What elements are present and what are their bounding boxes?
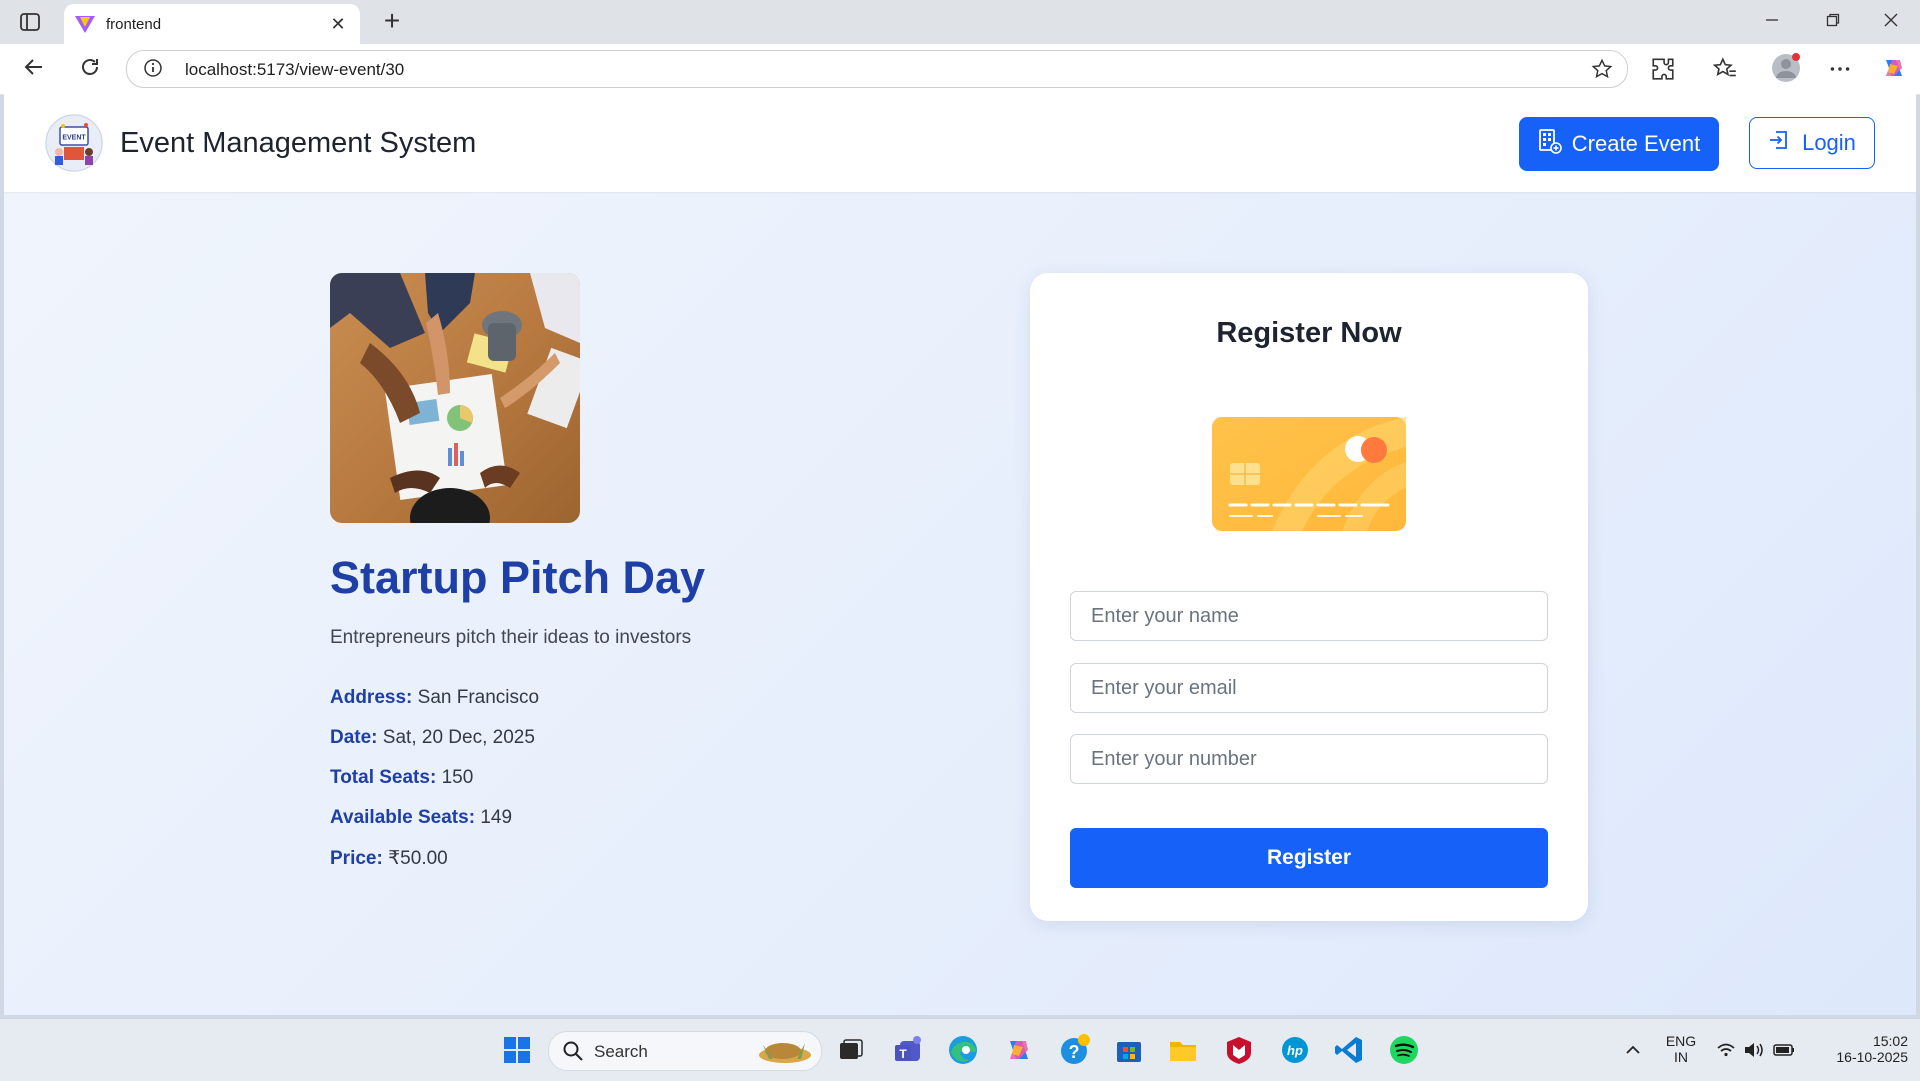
edge-browser-icon[interactable]	[946, 1033, 980, 1067]
create-event-icon	[1538, 128, 1562, 160]
tab-close-icon[interactable]: ✕	[328, 14, 348, 34]
help-app-icon[interactable]: ?	[1058, 1033, 1092, 1067]
detail-label: Total Seats:	[330, 767, 437, 788]
favorite-star-icon[interactable]	[1591, 58, 1613, 80]
site-info-icon[interactable]	[143, 58, 163, 78]
language-indicator[interactable]: ENG IN	[1663, 1033, 1699, 1065]
copilot-icon[interactable]	[1880, 54, 1908, 82]
svg-text:?: ?	[1069, 1042, 1080, 1062]
detail-value: ₹50.00	[388, 848, 448, 869]
tab-actions-icon[interactable]	[18, 10, 42, 34]
login-label: Login	[1802, 130, 1856, 155]
address-bar-row: localhost:5173/view-event/30	[0, 44, 1920, 95]
restore-button[interactable]	[1818, 8, 1848, 36]
detail-label: Address:	[330, 687, 413, 708]
svg-text:T: T	[899, 1047, 907, 1061]
svg-text:hp: hp	[1287, 1043, 1303, 1058]
detail-value: 150	[441, 767, 474, 788]
favorites-icon[interactable]	[1712, 56, 1738, 82]
system-tray[interactable]	[1714, 1033, 1800, 1067]
clock-time: 15:02	[1872, 1033, 1908, 1049]
name-field[interactable]	[1070, 591, 1548, 641]
detail-price: Price: ₹50.00	[330, 847, 448, 870]
vite-favicon-icon	[74, 14, 96, 34]
number-field[interactable]	[1070, 734, 1548, 784]
search-icon	[562, 1040, 584, 1067]
microsoft-store-icon[interactable]	[1112, 1033, 1146, 1067]
minimize-button[interactable]	[1757, 8, 1787, 36]
detail-label: Available Seats:	[330, 807, 476, 828]
create-event-label: Create Event	[1571, 131, 1701, 156]
detail-label: Price:	[330, 848, 383, 869]
login-button[interactable]: Login	[1749, 117, 1875, 169]
task-view-icon[interactable]	[833, 1033, 867, 1067]
register-card: Register Now Enter your name Enter your …	[1030, 273, 1588, 921]
back-icon[interactable]	[20, 55, 48, 83]
event-image	[330, 273, 580, 523]
reload-icon[interactable]	[76, 55, 104, 83]
teams-icon[interactable]: T	[891, 1033, 925, 1067]
app-header: EVENT Event Management System Create Eve…	[4, 94, 1916, 192]
clock-date: 16-10-2025	[1836, 1049, 1908, 1065]
copilot-app-icon[interactable]	[1002, 1033, 1036, 1067]
new-tab-button[interactable]: +	[378, 7, 406, 36]
tab-title: frontend	[106, 16, 162, 33]
clock[interactable]: 15:02 16-10-2025	[1812, 1033, 1908, 1065]
windows-taskbar: Search T ? hp ENG IN 15:02 16-10-2025	[0, 1018, 1920, 1081]
close-window-button[interactable]	[1876, 8, 1906, 36]
email-field[interactable]	[1070, 663, 1548, 713]
login-icon	[1768, 129, 1790, 157]
tray-chevron-up-icon[interactable]	[1622, 1033, 1644, 1067]
page-viewport: EVENT Event Management System Create Eve…	[4, 94, 1916, 1015]
vscode-icon[interactable]	[1332, 1033, 1366, 1067]
detail-total-seats: Total Seats: 150	[330, 767, 473, 789]
register-button[interactable]: Register	[1070, 828, 1548, 888]
event-title: Startup Pitch Day	[330, 552, 706, 603]
detail-date: Date: Sat, 20 Dec, 2025	[330, 727, 535, 749]
detail-label: Date:	[330, 727, 378, 748]
wifi-volume-battery-icon	[1717, 1043, 1794, 1057]
create-event-button[interactable]: Create Event	[1519, 117, 1719, 171]
browser-tab[interactable]: frontend ✕	[64, 4, 360, 44]
windows-start-icon[interactable]	[500, 1033, 534, 1067]
spotify-icon[interactable]	[1387, 1033, 1421, 1067]
language-line-1: ENG	[1665, 1033, 1697, 1049]
mcafee-icon[interactable]	[1222, 1033, 1256, 1067]
url-text: localhost:5173/view-event/30	[185, 60, 405, 79]
search-highlight-icon	[753, 1035, 815, 1072]
search-label: Search	[594, 1042, 648, 1061]
detail-address: Address: San Francisco	[330, 687, 539, 709]
logo-text: EVENT	[62, 135, 86, 142]
hp-icon[interactable]: hp	[1278, 1033, 1312, 1067]
language-line-2: IN	[1674, 1049, 1688, 1065]
detail-available-seats: Available Seats: 149	[330, 807, 512, 829]
app-logo[interactable]: EVENT	[45, 114, 103, 172]
profile-avatar-icon[interactable]	[1770, 52, 1802, 84]
more-options-icon[interactable]	[1827, 56, 1853, 82]
taskbar-search[interactable]: Search	[548, 1031, 822, 1071]
extensions-icon[interactable]	[1650, 56, 1676, 82]
brand-title[interactable]: Event Management System	[120, 127, 476, 160]
detail-value: San Francisco	[417, 687, 540, 708]
file-explorer-icon[interactable]	[1166, 1033, 1200, 1067]
register-heading: Register Now	[1216, 317, 1402, 349]
credit-card-icon	[1212, 417, 1406, 531]
browser-tab-bar: frontend ✕ +	[0, 0, 1920, 44]
detail-value: Sat, 20 Dec, 2025	[382, 727, 535, 748]
address-field[interactable]: localhost:5173/view-event/30	[126, 50, 1628, 88]
detail-value: 149	[480, 807, 513, 828]
event-description: Entrepreneurs pitch their ideas to inves…	[330, 627, 692, 648]
